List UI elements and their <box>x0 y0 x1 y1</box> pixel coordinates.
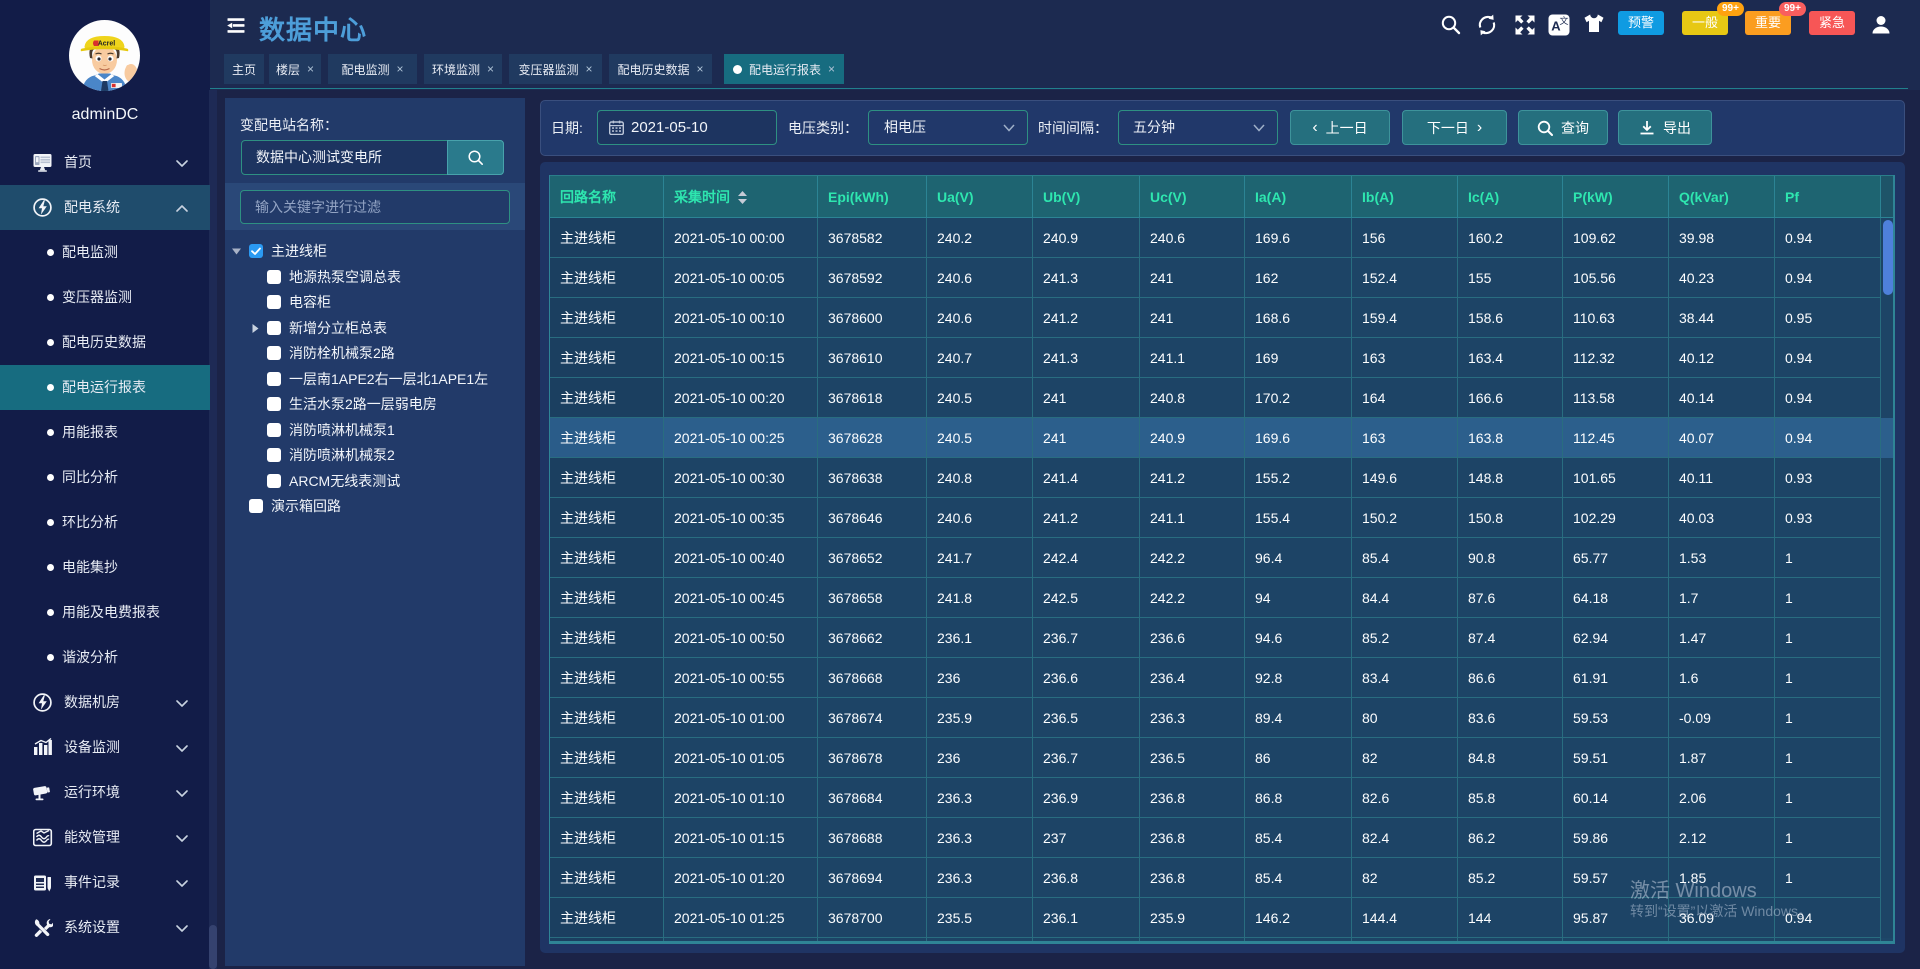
svg-text:Acrel: Acrel <box>98 41 116 48</box>
svg-text:文: 文 <box>1559 15 1568 26</box>
